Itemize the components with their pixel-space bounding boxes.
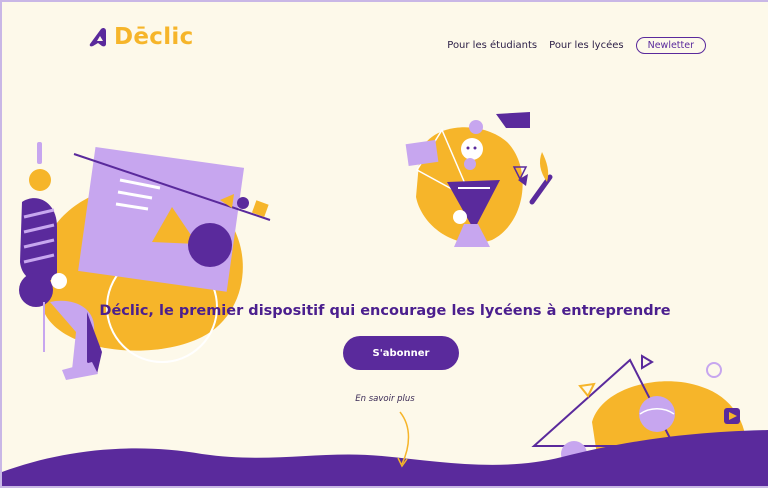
logo[interactable]: Dēclic — [88, 24, 194, 50]
subscribe-button[interactable]: S'abonner — [343, 336, 459, 370]
newsletter-button[interactable]: Newletter — [635, 37, 706, 54]
nav-link-students[interactable]: Pour les étudiants — [447, 40, 537, 51]
scroll-arrow — [399, 411, 410, 465]
logo-text: Dēclic — [114, 24, 194, 50]
learn-more-link[interactable]: En savoir plus — [2, 394, 768, 404]
page: Dēclic Pour les étudiants Pour les lycée… — [0, 0, 768, 488]
left-illustration — [19, 142, 271, 380]
top-illustration — [405, 112, 553, 247]
site-header: Dēclic Pour les étudiants Pour les lycée… — [2, 2, 768, 72]
logo-icon — [89, 27, 106, 47]
main-nav: Pour les étudiants Pour les lycées Newle… — [447, 37, 706, 54]
hero-title: Déclic, le premier dispositif qui encour… — [99, 303, 671, 319]
nav-link-highschools[interactable]: Pour les lycées — [549, 40, 623, 51]
hero-illustrations — [2, 112, 768, 486]
